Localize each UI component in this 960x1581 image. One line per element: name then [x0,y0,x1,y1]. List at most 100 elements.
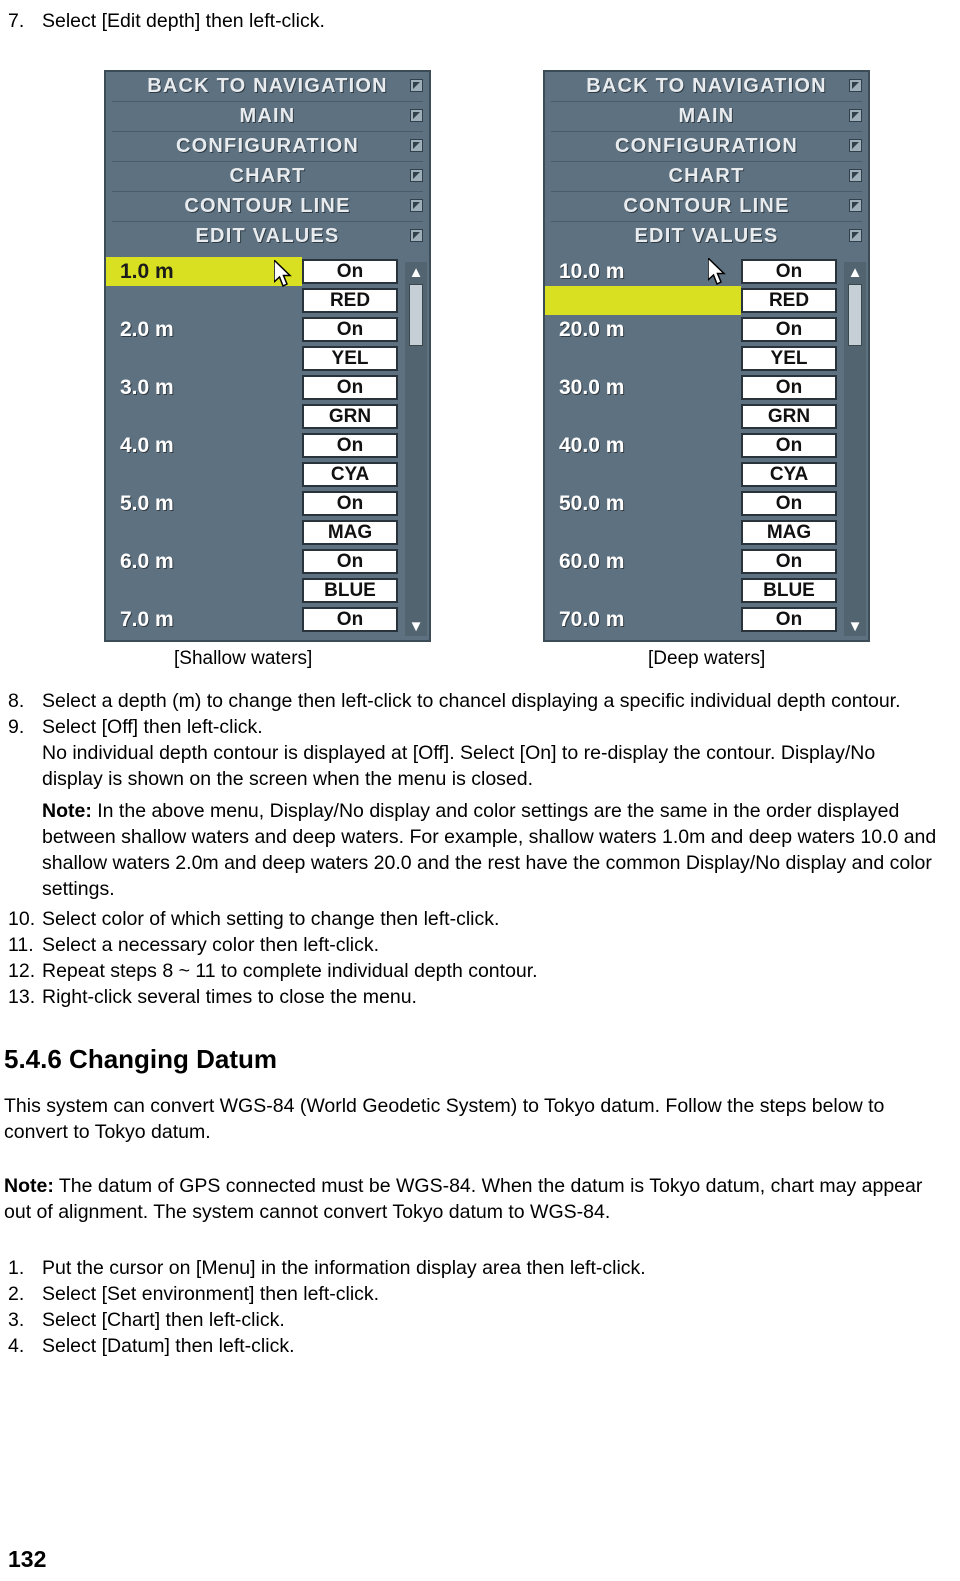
table-row[interactable]: 50.0 m On [545,489,868,518]
color-value[interactable]: GRN [741,404,837,429]
option-value[interactable]: On [741,375,837,400]
option-value[interactable]: On [741,259,837,284]
table-row[interactable]: RED [106,286,429,315]
depth-value[interactable]: 40.0 m [545,434,741,458]
table-row[interactable]: 20.0 m On [545,315,868,344]
option-value[interactable]: On [302,375,398,400]
expand-arrow-icon[interactable] [849,169,862,182]
color-value[interactable]: YEL [741,346,837,371]
table-row[interactable]: RED [545,286,868,315]
menu-header-edit-values[interactable]: EDIT VALUES [551,222,862,251]
menu-header-configuration[interactable]: CONFIGURATION [112,132,423,162]
expand-arrow-icon[interactable] [849,199,862,212]
table-row[interactable]: 60.0 m On [545,547,868,576]
menu-header-back-to-navigation[interactable]: BACK TO NAVIGATION [551,72,862,102]
depth-value[interactable]: 5.0 m [106,492,302,516]
depth-value[interactable]: 10.0 m [545,260,741,284]
expand-arrow-icon[interactable] [410,109,423,122]
color-value[interactable]: YEL [302,346,398,371]
option-value[interactable]: On [741,317,837,342]
expand-arrow-icon[interactable] [410,79,423,92]
table-row[interactable]: 5.0 m On [106,489,429,518]
option-value[interactable]: On [302,433,398,458]
option-value[interactable]: On [302,607,398,632]
depth-value[interactable]: 70.0 m [545,608,741,632]
expand-arrow-icon[interactable] [849,229,862,242]
option-value[interactable]: On [302,259,398,284]
table-row[interactable]: GRN [545,402,868,431]
menu-header-label: MAIN [678,105,735,127]
color-value[interactable]: BLUE [741,578,837,603]
color-value[interactable]: BLUE [302,578,398,603]
table-row[interactable]: 10.0 m On [545,257,868,286]
menu-header-contour-line[interactable]: CONTOUR LINE [112,192,423,222]
expand-arrow-icon[interactable] [849,79,862,92]
scroll-down-arrow-icon[interactable]: ▼ [405,616,427,636]
table-row[interactable]: CYA [106,460,429,489]
table-row[interactable]: 70.0 m On [545,605,868,634]
expand-arrow-icon[interactable] [410,139,423,152]
expand-arrow-icon[interactable] [849,139,862,152]
menu-header-chart[interactable]: CHART [112,162,423,192]
color-value[interactable]: RED [741,288,837,313]
option-value[interactable]: On [741,607,837,632]
menu-header-back-to-navigation[interactable]: BACK TO NAVIGATION [112,72,423,102]
option-value[interactable]: On [302,549,398,574]
table-row[interactable]: MAG [106,518,429,547]
color-value[interactable]: MAG [741,520,837,545]
table-row[interactable]: YEL [545,344,868,373]
table-row[interactable]: 7.0 m On [106,605,429,634]
depth-value[interactable]: 60.0 m [545,550,741,574]
expand-arrow-icon[interactable] [410,199,423,212]
table-row[interactable]: 3.0 m On [106,373,429,402]
table-row[interactable]: BLUE [106,576,429,605]
menu-scrollbar[interactable]: ▲ ▼ [844,262,866,636]
menu-header-edit-values[interactable]: EDIT VALUES [112,222,423,251]
menu-header-main[interactable]: MAIN [112,102,423,132]
table-row[interactable]: 30.0 m On [545,373,868,402]
depth-value[interactable]: 4.0 m [106,434,302,458]
menu-header-chart[interactable]: CHART [551,162,862,192]
depth-value[interactable]: 7.0 m [106,608,302,632]
depth-value[interactable]: 1.0 m [106,257,302,286]
expand-arrow-icon[interactable] [410,229,423,242]
table-row[interactable]: BLUE [545,576,868,605]
table-row[interactable]: MAG [545,518,868,547]
table-row[interactable]: GRN [106,402,429,431]
option-value[interactable]: On [302,491,398,516]
option-value[interactable]: On [741,549,837,574]
table-row[interactable]: 2.0 m On [106,315,429,344]
option-value[interactable]: On [741,491,837,516]
table-row[interactable]: 40.0 m On [545,431,868,460]
option-value[interactable]: On [302,317,398,342]
menu-scrollbar[interactable]: ▲ ▼ [405,262,427,636]
table-row[interactable]: 1.0 m On [106,257,429,286]
table-row[interactable]: YEL [106,344,429,373]
expand-arrow-icon[interactable] [410,169,423,182]
scroll-up-arrow-icon[interactable]: ▲ [405,262,427,282]
menu-header-main[interactable]: MAIN [551,102,862,132]
scrollbar-thumb[interactable] [409,284,423,346]
depth-value[interactable]: 6.0 m [106,550,302,574]
color-value[interactable]: RED [302,288,398,313]
table-row[interactable]: 4.0 m On [106,431,429,460]
expand-arrow-icon[interactable] [849,109,862,122]
step-12-number: 12. [8,960,36,982]
option-value[interactable]: On [741,433,837,458]
depth-value[interactable]: 50.0 m [545,492,741,516]
scroll-down-arrow-icon[interactable]: ▼ [844,616,866,636]
table-row[interactable]: CYA [545,460,868,489]
scroll-up-arrow-icon[interactable]: ▲ [844,262,866,282]
color-value[interactable]: MAG [302,520,398,545]
color-value[interactable]: CYA [741,462,837,487]
depth-value[interactable]: 2.0 m [106,318,302,342]
color-value[interactable]: CYA [302,462,398,487]
depth-value[interactable]: 3.0 m [106,376,302,400]
depth-value[interactable]: 20.0 m [545,318,741,342]
depth-value[interactable]: 30.0 m [545,376,741,400]
color-value[interactable]: GRN [302,404,398,429]
table-row[interactable]: 6.0 m On [106,547,429,576]
menu-header-contour-line[interactable]: CONTOUR LINE [551,192,862,222]
menu-header-configuration[interactable]: CONFIGURATION [551,132,862,162]
scrollbar-thumb[interactable] [848,284,862,346]
